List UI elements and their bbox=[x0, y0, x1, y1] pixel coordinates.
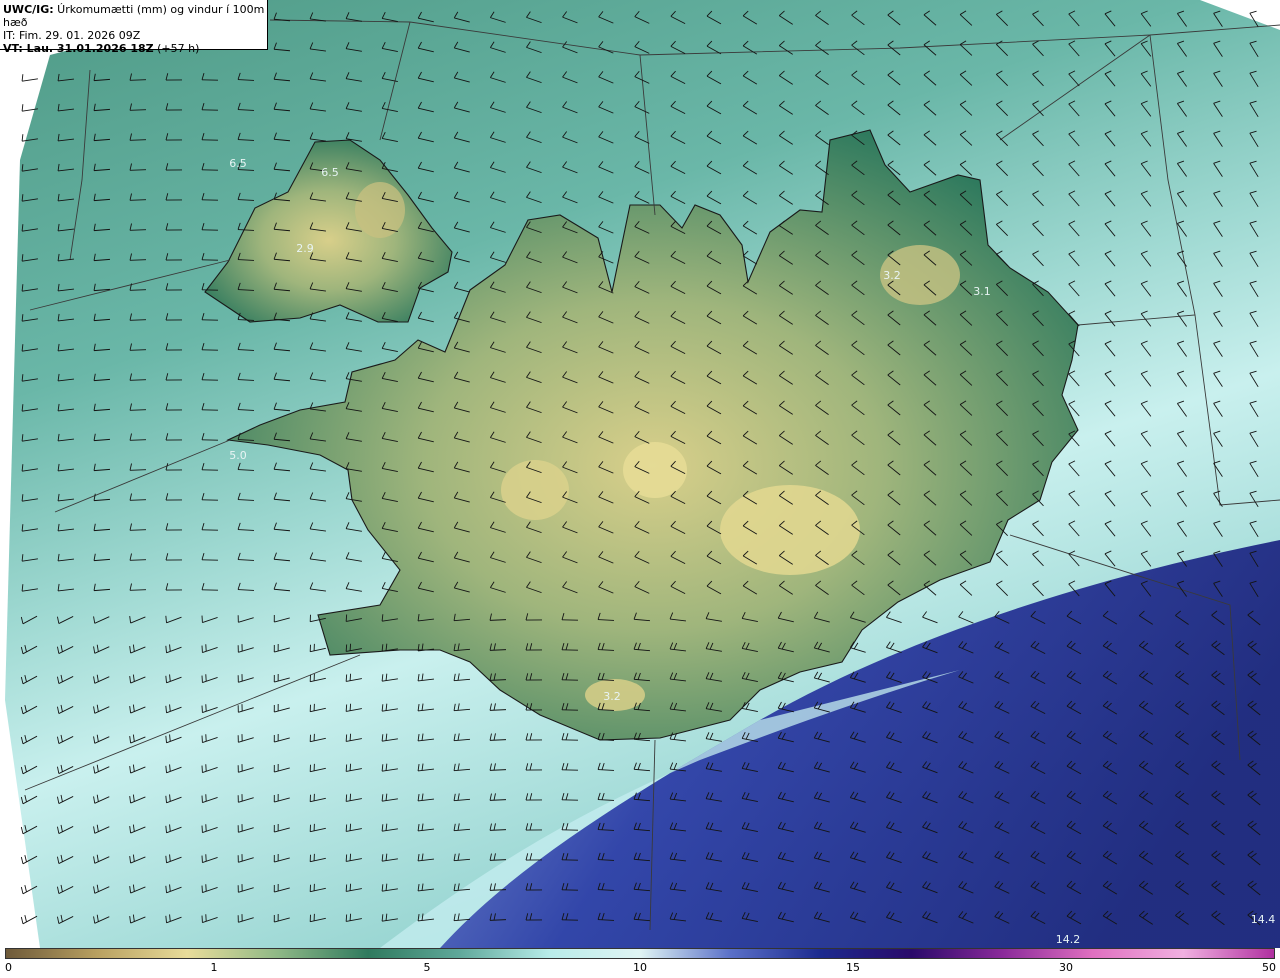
value-label: 2.9 bbox=[296, 242, 314, 255]
colorbar-tick: 30 bbox=[1059, 961, 1073, 974]
wind-barb-feather bbox=[345, 704, 348, 712]
wind-barb-feather bbox=[349, 793, 352, 801]
valid-time: VT: Lau. 31.01.2026 18Z (+57 h) bbox=[3, 42, 200, 55]
wind-barb-feather bbox=[345, 614, 348, 622]
colorbar-tick: 5 bbox=[423, 961, 431, 974]
wind-barb-feather bbox=[349, 823, 352, 831]
value-label: 3.2 bbox=[603, 690, 621, 703]
map-info-box: UWC/IG: Úrkomumætti (mm) og vindur í 100… bbox=[0, 0, 268, 55]
value-label: 14.2 bbox=[1056, 933, 1081, 946]
colorbar-tick: 1 bbox=[210, 961, 218, 974]
value-label: 6.5 bbox=[321, 166, 339, 179]
colorbar-tick: 0 bbox=[5, 961, 12, 974]
map-title: UWC/IG: Úrkomumætti (mm) og vindur í 100… bbox=[3, 3, 265, 29]
wind-barb-feather bbox=[349, 643, 352, 651]
wind-barb-feather bbox=[345, 674, 348, 682]
wind-barb-feather bbox=[345, 914, 348, 922]
wind-barb-feather bbox=[345, 824, 348, 832]
glacier-hofsjokull bbox=[501, 460, 569, 520]
wind-barb-feather bbox=[349, 883, 352, 891]
wind-barb-feather bbox=[345, 884, 348, 892]
colorbar-tick: 10 bbox=[633, 961, 647, 974]
value-label: 5.0 bbox=[229, 449, 247, 462]
value-label: 14.4 bbox=[1251, 913, 1276, 926]
colorbar-strip bbox=[5, 948, 1275, 959]
wind-barb-feather bbox=[349, 733, 352, 741]
wind-barb-feather bbox=[345, 764, 348, 772]
colorbar: 0 1 5 10 15 30 50 bbox=[0, 948, 1280, 978]
wind-barb-feather bbox=[349, 913, 352, 921]
colorbar-tick: 50 bbox=[1262, 961, 1276, 974]
wind-barb-feather bbox=[349, 673, 352, 681]
precipitation-wind-map: 6.5 6.5 2.9 5.0 3.2 3.1 3.2 14.2 14.4 bbox=[0, 0, 1280, 948]
colorbar-tick: 15 bbox=[846, 961, 860, 974]
wind-barb-feather bbox=[345, 854, 348, 862]
wind-barb-feather bbox=[345, 734, 348, 742]
value-label: 3.1 bbox=[973, 285, 991, 298]
glacier-vatnajokull bbox=[720, 485, 860, 575]
issue-time: IT: Fim. 29. 01. 2026 09Z bbox=[3, 29, 141, 42]
value-label: 6.5 bbox=[229, 157, 247, 170]
wind-barb-feather bbox=[345, 794, 348, 802]
wind-barb-feather bbox=[349, 763, 352, 771]
wind-barb-feather bbox=[345, 644, 348, 652]
wind-barb-feather bbox=[349, 703, 352, 711]
value-label: 3.2 bbox=[883, 269, 901, 282]
wind-barb-feather bbox=[349, 853, 352, 861]
